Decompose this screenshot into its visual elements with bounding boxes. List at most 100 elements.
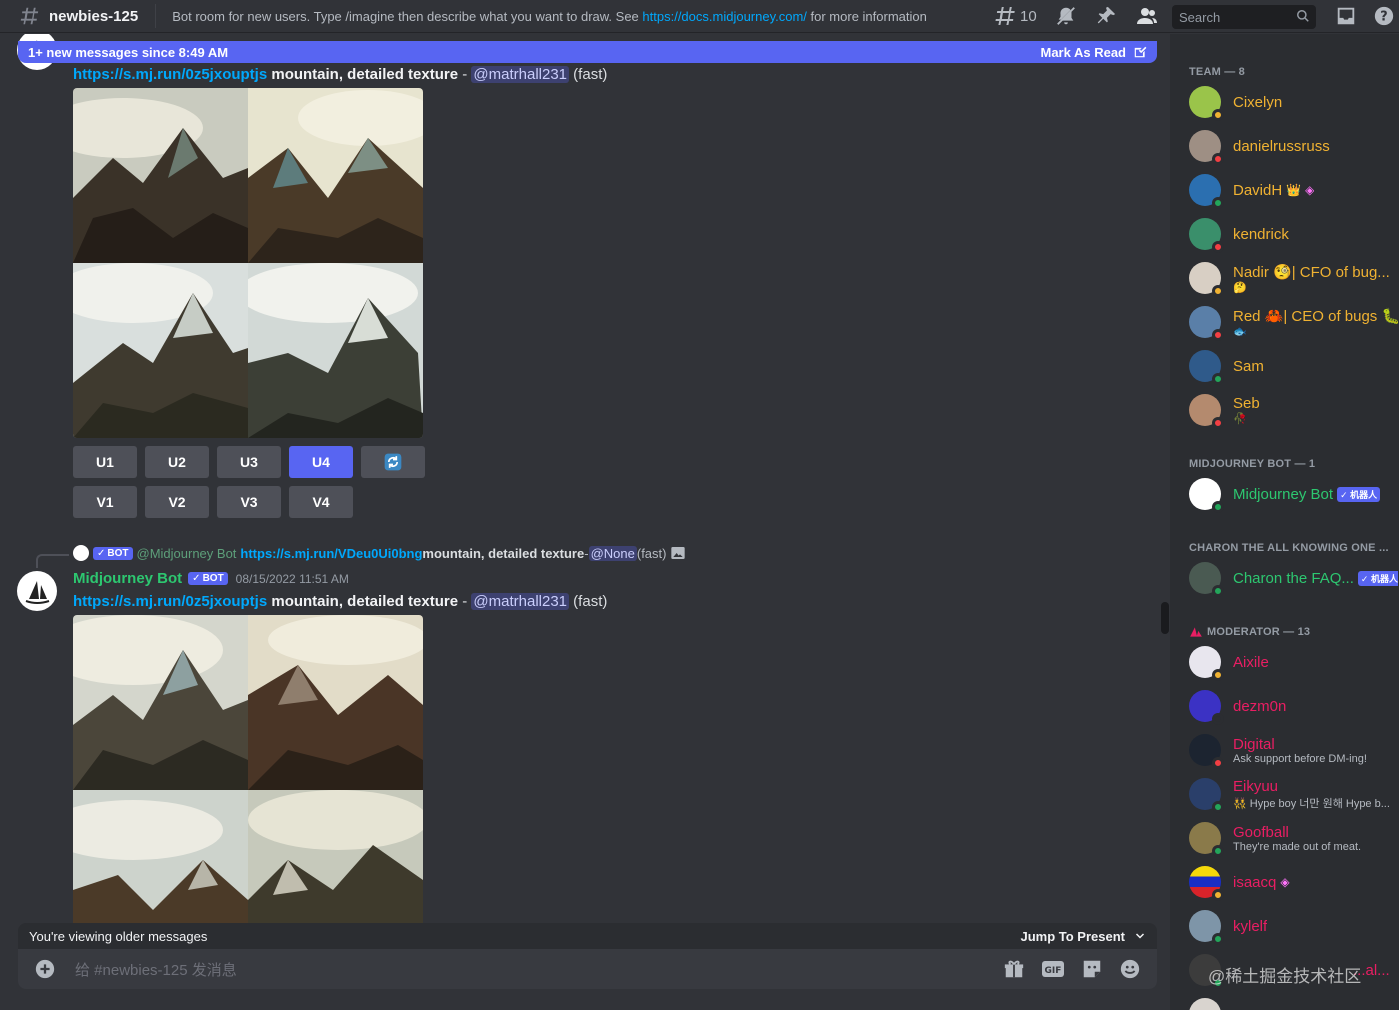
reply-author[interactable]: @Midjourney Bot xyxy=(137,546,237,561)
composer-tools: GIF xyxy=(1003,958,1141,980)
member-name: kendrick xyxy=(1233,225,1289,243)
gift-icon[interactable] xyxy=(1003,958,1025,980)
v2-button[interactable]: V2 xyxy=(145,486,209,518)
v1-button[interactable]: V1 xyxy=(73,486,137,518)
member-avatar xyxy=(1189,350,1224,385)
message-composer[interactable]: 给 #newbies-125 发消息 GIF xyxy=(18,949,1157,989)
refresh-icon xyxy=(384,453,402,471)
reroll-button[interactable] xyxy=(361,446,425,478)
image-tile-4 xyxy=(248,263,423,438)
member-name: Cixelyn xyxy=(1233,93,1283,111)
older-messages-bar: You're viewing older messages Jump To Pr… xyxy=(18,923,1157,949)
message-input[interactable]: 给 #newbies-125 发消息 xyxy=(75,959,237,980)
chevron-down-icon xyxy=(1135,933,1145,939)
crown-icon: 👑 xyxy=(1286,183,1302,197)
timestamp: 08/15/2022 11:51 AM xyxy=(235,571,349,586)
watermark: @稀土掘金技术社区 xyxy=(1208,967,1362,986)
message-2-link[interactable]: https://s.mj.run/0z5jxouptjs xyxy=(73,593,267,610)
mark-as-read-button[interactable]: Mark As Read xyxy=(1041,45,1148,60)
thread-count: 10 xyxy=(1020,7,1037,25)
member-item[interactable]: Red 🦀| CEO of bugs 🐛 🐟 xyxy=(1189,302,1399,342)
member-name: DavidH 👑 ◈ xyxy=(1233,181,1315,199)
svg-text:?: ? xyxy=(1380,10,1387,25)
message-1-image-grid[interactable] xyxy=(73,88,423,438)
u1-button[interactable]: U1 xyxy=(73,446,137,478)
member-item[interactable]: Aixile xyxy=(1189,642,1399,682)
channel-topic[interactable]: Bot room for new users. Type /imagine th… xyxy=(172,9,927,24)
member-item[interactable]: Charon the FAQ... ✓ 机器人 xyxy=(1189,558,1399,598)
reply-link[interactable]: https://s.mj.run/VDeu0Ui0bng xyxy=(240,546,422,561)
mark-read-icon xyxy=(1134,46,1147,58)
search-input[interactable]: Search xyxy=(1172,5,1316,29)
u2-button[interactable]: U2 xyxy=(145,446,209,478)
member-avatar xyxy=(1189,86,1224,121)
member-item[interactable]: Seb 🥀 xyxy=(1189,390,1399,430)
threads-icon xyxy=(995,7,1015,25)
emoji-icon[interactable] xyxy=(1119,958,1141,980)
author-name[interactable]: Midjourney Bot xyxy=(73,570,182,587)
member-item[interactable]: isaacq ◈ xyxy=(1189,862,1399,902)
member-item[interactable]: Eikyuu 👯 Hype boy 너만 원해 Hype b... xyxy=(1189,774,1399,814)
topic-link[interactable]: https://docs.midjourney.com/ xyxy=(642,9,807,24)
bot-badge: ✓ BOT xyxy=(188,572,228,585)
member-item[interactable]: kendrick xyxy=(1189,214,1399,254)
message-1-link[interactable]: https://s.mj.run/0z5jxouptjs xyxy=(73,66,267,83)
member-name: Red 🦀| CEO of bugs 🐛 xyxy=(1233,307,1398,325)
v3-button[interactable]: V3 xyxy=(217,486,281,518)
u3-button[interactable]: U3 xyxy=(217,446,281,478)
member-item[interactable]: Cixelyn xyxy=(1189,82,1399,122)
midjourney-bot-avatar[interactable] xyxy=(17,571,57,611)
message-2-image-grid[interactable] xyxy=(73,615,423,965)
member-list-icon[interactable] xyxy=(1135,4,1159,28)
member-name: Digital xyxy=(1233,735,1275,753)
chat-scrollbar-thumb[interactable] xyxy=(1161,602,1169,634)
member-avatar xyxy=(1189,262,1224,297)
member-status-text: Ask support before DM-ing! xyxy=(1233,752,1367,765)
search-placeholder: Search xyxy=(1179,9,1221,25)
bot-badge: ✓ 机器人 xyxy=(1337,486,1381,502)
reply-mention[interactable]: @None xyxy=(588,545,637,561)
member-avatar xyxy=(1189,866,1224,901)
inbox-icon[interactable] xyxy=(1335,5,1357,27)
member-item[interactable]: kylelf xyxy=(1189,906,1399,946)
member-item[interactable] xyxy=(1189,994,1399,1010)
new-messages-bar[interactable]: 1+ new messages since 8:49 AM Mark As Re… xyxy=(18,41,1157,63)
member-avatar xyxy=(1189,646,1224,681)
member-name: Charon the FAQ... ✓ 机器人 xyxy=(1233,570,1398,587)
reply-spine xyxy=(36,554,69,568)
member-item[interactable]: dezm0n xyxy=(1189,686,1399,726)
image-tile-2 xyxy=(248,88,423,263)
boost-icon: ◈ xyxy=(1280,875,1290,889)
help-icon[interactable]: ? xyxy=(1373,5,1395,27)
add-attachment-icon[interactable] xyxy=(34,958,56,980)
pin-icon[interactable] xyxy=(1095,5,1117,27)
jump-to-present-button[interactable]: Jump To Present xyxy=(1020,929,1146,944)
image-attachment-icon xyxy=(671,547,686,559)
member-item[interactable]: Midjourney Bot ✓ 机器人 xyxy=(1189,474,1399,514)
member-name: Sam xyxy=(1233,357,1264,375)
text-channel-icon xyxy=(18,5,40,27)
member-name: kylelf xyxy=(1233,917,1268,935)
member-item[interactable]: Nadir 🧐| CFO of bug... 🤔 xyxy=(1189,258,1399,298)
member-avatar xyxy=(1189,218,1224,253)
image-tile-2 xyxy=(248,615,423,790)
member-avatar xyxy=(1189,910,1224,945)
member-item[interactable]: Sam xyxy=(1189,346,1399,386)
sticker-icon[interactable] xyxy=(1081,958,1103,980)
v4-button[interactable]: V4 xyxy=(289,486,353,518)
reply-preview[interactable]: ✓ BOT @Midjourney Bot https://s.mj.run/V… xyxy=(73,545,686,561)
member-item[interactable]: Digital Ask support before DM-ing! xyxy=(1189,730,1399,770)
bot-badge: ✓ 机器人 xyxy=(1357,570,1398,586)
mute-bell-icon[interactable] xyxy=(1055,5,1077,27)
boost-icon: ◈ xyxy=(1305,183,1315,197)
member-item[interactable]: Goofball They're made out of meat. xyxy=(1189,818,1399,858)
member-item[interactable]: danielrussruss xyxy=(1189,126,1399,166)
user-mention[interactable]: @matrhall231 xyxy=(471,66,570,83)
gif-icon[interactable]: GIF xyxy=(1041,959,1065,979)
user-mention[interactable]: @matrhall231 xyxy=(471,593,570,610)
member-item[interactable]: DavidH 👑 ◈ xyxy=(1189,170,1399,210)
threads-button[interactable]: 10 xyxy=(993,4,1037,28)
member-status-text: 👯 Hype boy 너만 원해 Hype b... xyxy=(1233,797,1390,810)
moderator-icon xyxy=(1190,627,1202,637)
u4-button[interactable]: U4 xyxy=(289,446,353,478)
